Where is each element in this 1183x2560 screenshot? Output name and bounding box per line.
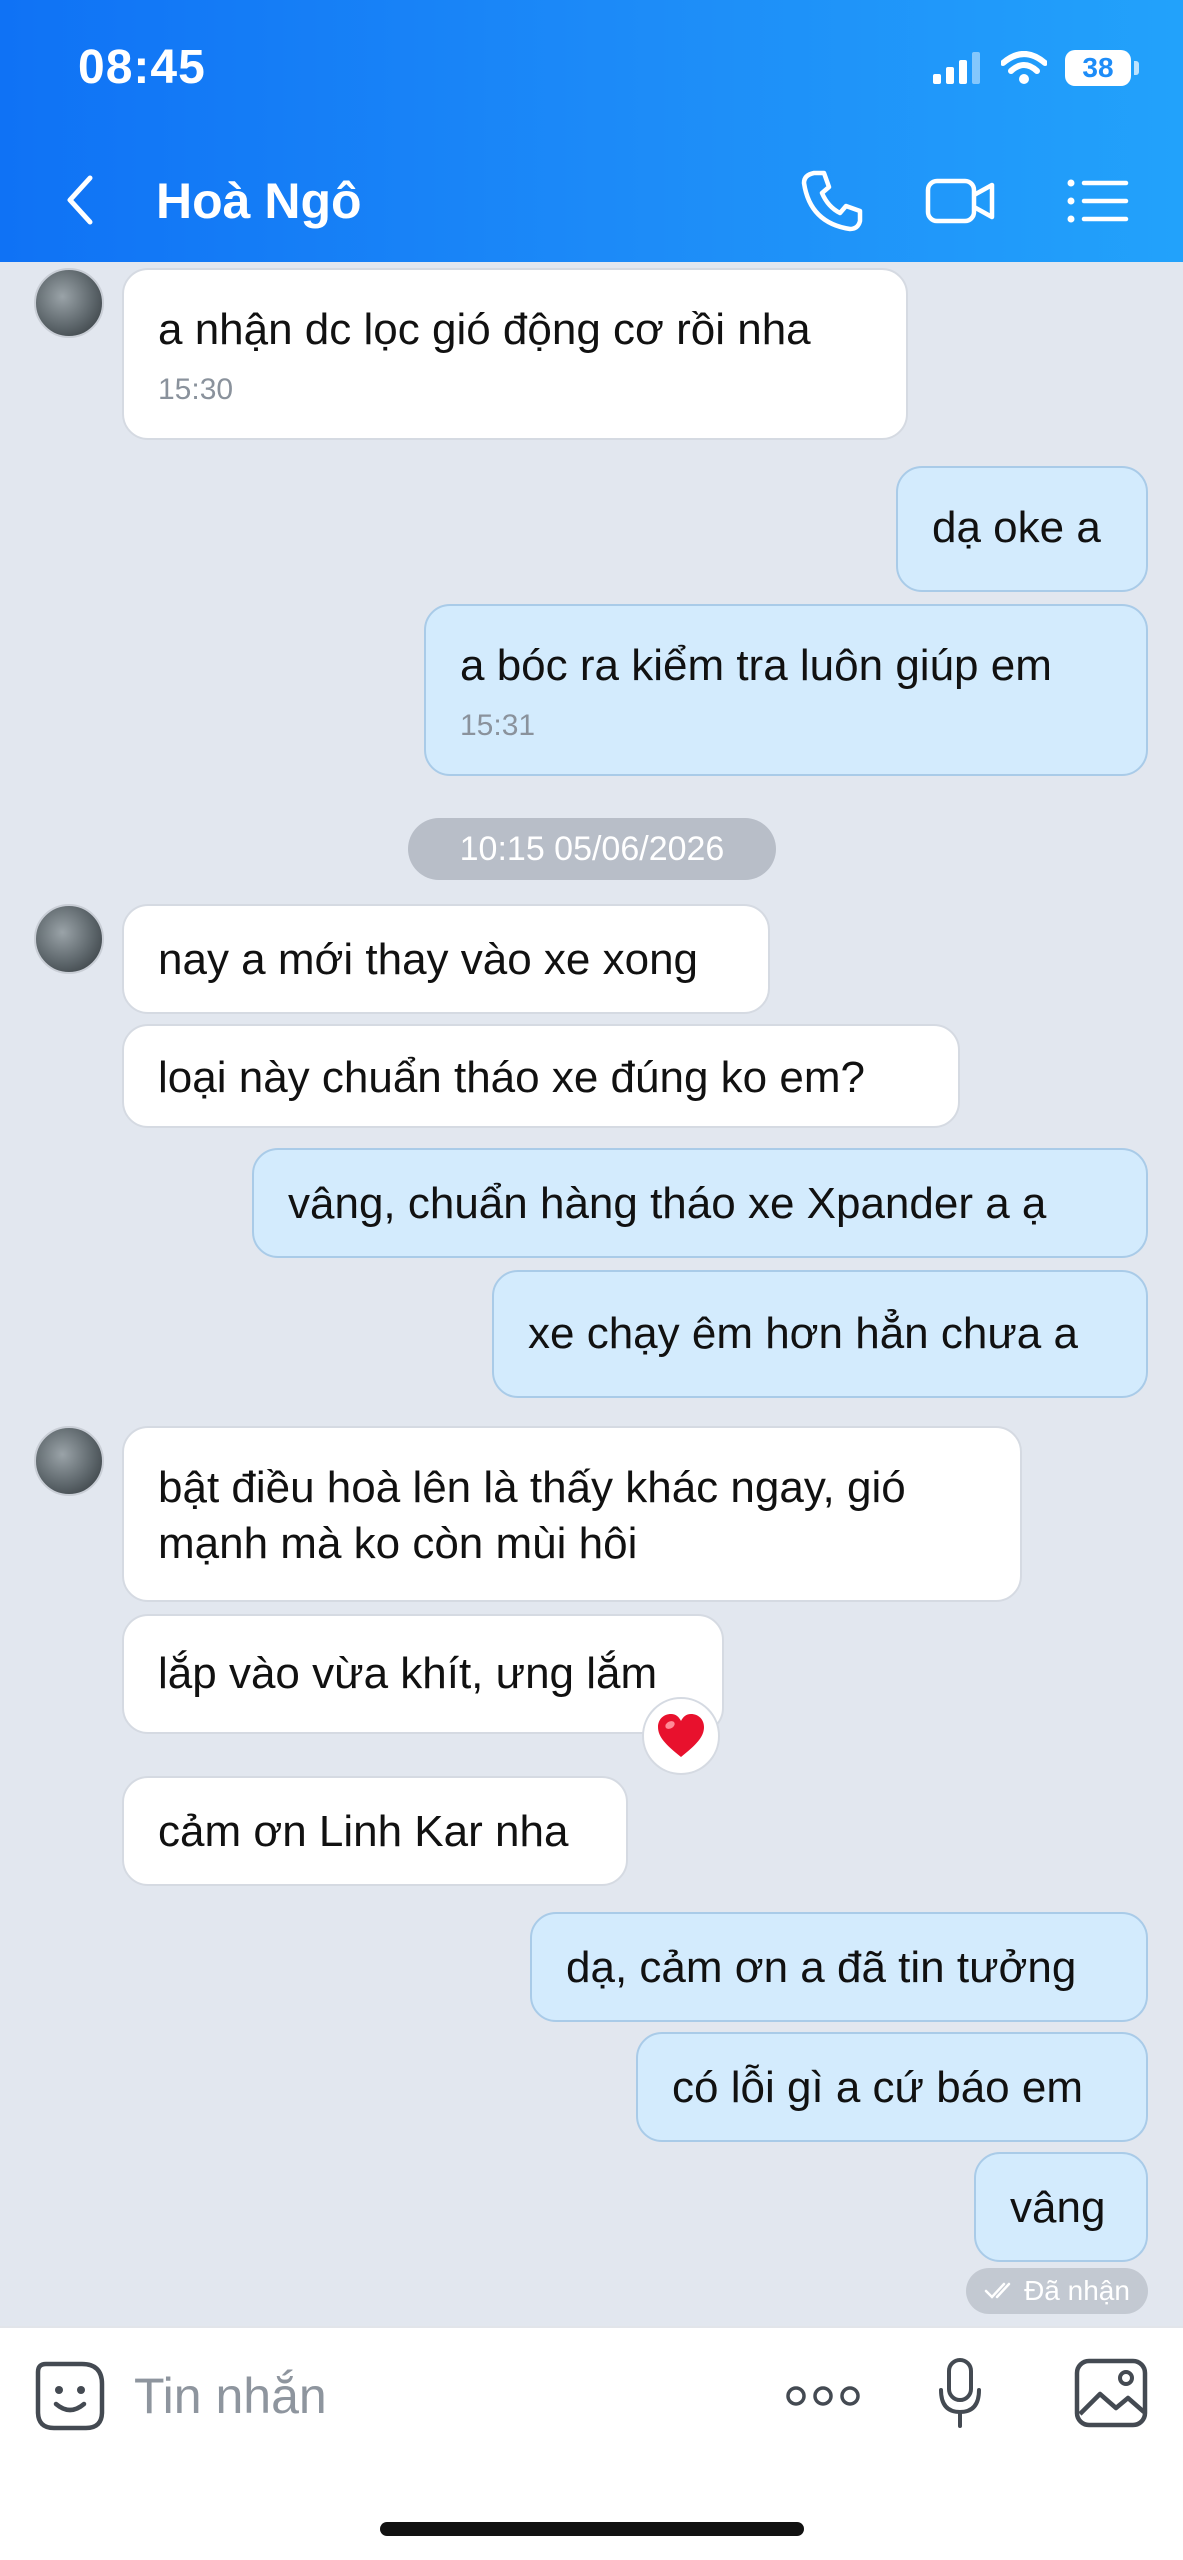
date-separator: 10:15 05/06/2026 bbox=[408, 818, 776, 880]
message-incoming[interactable]: cảm ơn Linh Kar nha bbox=[122, 1776, 628, 1886]
message-incoming[interactable]: nay a mới thay vào xe xong bbox=[122, 904, 770, 1014]
contact-name[interactable]: Hoà Ngô bbox=[156, 172, 362, 230]
message-outgoing[interactable]: dạ, cảm ơn a đã tin tưởng bbox=[530, 1912, 1148, 2022]
message-incoming[interactable]: a nhận dc lọc gió động cơ rồi nha 15:30 bbox=[122, 268, 908, 440]
message-text: có lỗi gì a cứ báo em bbox=[672, 2063, 1083, 2112]
home-indicator[interactable] bbox=[380, 2522, 804, 2536]
avatar[interactable] bbox=[34, 268, 104, 338]
message-outgoing[interactable]: vâng, chuẩn hàng tháo xe Xpander a ạ bbox=[252, 1148, 1148, 1258]
wifi-icon bbox=[1001, 51, 1047, 84]
video-icon[interactable] bbox=[924, 165, 996, 237]
message-outgoing[interactable]: xe chạy êm hơn hẳn chưa a bbox=[492, 1270, 1148, 1398]
status-icons: 38 bbox=[933, 50, 1139, 86]
message-time: 15:31 bbox=[460, 709, 536, 742]
list-icon[interactable] bbox=[1062, 165, 1134, 237]
mic-icon[interactable] bbox=[938, 2358, 982, 2430]
message-input[interactable] bbox=[134, 2360, 694, 2432]
sticker-icon[interactable] bbox=[34, 2360, 106, 2432]
reaction-badge[interactable] bbox=[642, 1697, 720, 1775]
avatar[interactable] bbox=[34, 1426, 104, 1496]
chat-header: 08:45 38 Hoà Ngô bbox=[0, 0, 1183, 262]
message-outgoing[interactable]: a bóc ra kiểm tra luôn giúp em 15:31 bbox=[424, 604, 1148, 776]
message-text: dạ, cảm ơn a đã tin tưởng bbox=[566, 1943, 1077, 1992]
message-text: a bóc ra kiểm tra luôn giúp em bbox=[460, 641, 1052, 690]
image-icon[interactable] bbox=[1074, 2358, 1148, 2428]
message-time: 15:30 bbox=[158, 373, 234, 406]
heart-icon bbox=[658, 1714, 704, 1757]
message-outgoing[interactable]: dạ oke a bbox=[896, 466, 1148, 592]
battery-icon: 38 bbox=[1065, 50, 1139, 86]
phone-icon[interactable] bbox=[796, 165, 868, 237]
message-text: vâng, chuẩn hàng tháo xe Xpander a ạ bbox=[288, 1179, 1047, 1228]
seen-status-label: Đã nhận bbox=[1024, 2275, 1130, 2306]
status-time: 08:45 bbox=[78, 41, 206, 94]
signal-icon bbox=[933, 52, 980, 84]
message-text: cảm ơn Linh Kar nha bbox=[158, 1807, 569, 1856]
message-text-line2: mạnh mà ko còn mùi hôi bbox=[158, 1519, 638, 1568]
message-incoming[interactable]: loại này chuẩn tháo xe đúng ko em? bbox=[122, 1024, 960, 1128]
message-text: loại này chuẩn tháo xe đúng ko em? bbox=[158, 1053, 865, 1102]
message-text: a nhận dc lọc gió động cơ rồi nha bbox=[158, 305, 811, 354]
message-incoming[interactable]: bật điều hoà lên là thấy khác ngay, gió … bbox=[122, 1426, 1022, 1602]
message-outgoing[interactable]: vâng bbox=[974, 2152, 1148, 2262]
message-outgoing[interactable]: có lỗi gì a cứ báo em bbox=[636, 2032, 1148, 2142]
composer-divider bbox=[0, 2326, 1183, 2328]
more-icon[interactable] bbox=[784, 2378, 862, 2414]
back-icon[interactable] bbox=[56, 170, 106, 230]
double-check-icon bbox=[984, 2282, 1011, 2299]
message-text: vâng bbox=[1010, 2183, 1106, 2232]
message-text: nay a mới thay vào xe xong bbox=[158, 935, 699, 984]
message-incoming[interactable]: lắp vào vừa khít, ưng lắm bbox=[122, 1614, 724, 1734]
message-text: xe chạy êm hơn hẳn chưa a bbox=[528, 1309, 1078, 1358]
avatar[interactable] bbox=[34, 904, 104, 974]
message-text: dạ oke a bbox=[932, 503, 1101, 552]
seen-status: Đã nhận bbox=[966, 2268, 1148, 2314]
message-text: lắp vào vừa khít, ưng lắm bbox=[158, 1649, 658, 1698]
message-text-line1: bật điều hoà lên là thấy khác ngay, gió bbox=[158, 1463, 906, 1512]
